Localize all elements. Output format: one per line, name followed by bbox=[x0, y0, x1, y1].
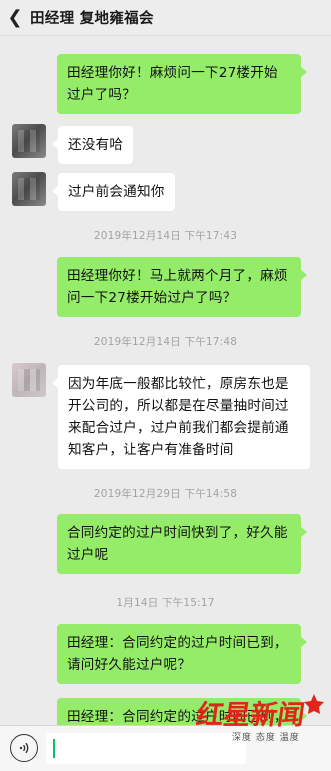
message-text: 田经理你好！马上就两个月了，麻烦问一下27楼开始过户了吗？ bbox=[67, 268, 288, 306]
watermark-tagline: 深度 态度 温度 bbox=[232, 733, 300, 743]
timestamp: 2019年12月29日 下午14:58 bbox=[93, 488, 238, 500]
message-text: 还没有哈 bbox=[68, 137, 124, 153]
message-text: 田经理你好！麻烦问一下27楼开始过户了吗？ bbox=[67, 65, 278, 103]
red-star-news-logo: 红星新闻 bbox=[194, 694, 324, 731]
message-bubble-incoming[interactable]: 过户前会通知你 bbox=[52, 173, 175, 211]
message-list[interactable]: 田经理你好！麻烦问一下27楼开始过户了吗？ 还没有哈 过户前会通知你 2019年… bbox=[0, 36, 331, 725]
message-bubble-outgoing[interactable]: 合同约定的过户时间快到了，好久能过户呢 bbox=[57, 514, 307, 574]
contact-avatar[interactable] bbox=[12, 124, 46, 158]
timestamp: 1月14日 下午15:17 bbox=[116, 597, 215, 609]
message-text: 因为年底一般都比较忙，原房东也是开公司的，所以都是在尽量抽时间过来配合过户，过户… bbox=[68, 376, 289, 458]
message-text: 田经理：合同约定的过户时间已到，请问好久能过户呢？ bbox=[67, 635, 288, 673]
message-bubble-outgoing[interactable]: 田经理你好！马上就两个月了，麻烦问一下27楼开始过户了吗？ bbox=[57, 257, 307, 317]
message-bubble-incoming[interactable]: 还没有哈 bbox=[51, 126, 134, 164]
svg-text:红星新闻: 红星新闻 bbox=[196, 699, 307, 731]
chat-title: 田经理 复地雍福会 bbox=[30, 11, 154, 27]
contact-avatar[interactable] bbox=[12, 363, 46, 397]
message-bubble-outgoing[interactable]: 田经理你好！麻烦问一下27楼开始过户了吗？ bbox=[57, 54, 307, 114]
contact-avatar[interactable] bbox=[12, 172, 46, 206]
text-cursor bbox=[53, 739, 55, 758]
voice-icon bbox=[19, 742, 29, 754]
chevron-left-icon: ❮ bbox=[7, 7, 23, 28]
chat-header: ❮ 田经理 复地雍福会 bbox=[0, 0, 331, 36]
timestamp: 2019年12月14日 下午17:48 bbox=[93, 336, 238, 348]
message-bubble-outgoing[interactable]: 田经理：合同约定的过户时间已到，请问好久能过户呢？ bbox=[57, 624, 307, 684]
timestamp: 2019年12月14日 下午17:43 bbox=[93, 230, 238, 242]
back-button[interactable]: ❮ bbox=[0, 0, 30, 36]
message-bubble-incoming[interactable]: 因为年底一般都比较忙，原房东也是开公司的，所以都是在尽量抽时间过来配合过户，过户… bbox=[52, 365, 310, 469]
message-text: 过户前会通知你 bbox=[68, 184, 165, 200]
watermark: 红星新闻 深度 态度 温度 bbox=[194, 690, 328, 754]
message-text: 合同约定的过户时间快到了，好久能过户呢 bbox=[67, 525, 288, 563]
voice-input-button[interactable] bbox=[10, 734, 38, 762]
